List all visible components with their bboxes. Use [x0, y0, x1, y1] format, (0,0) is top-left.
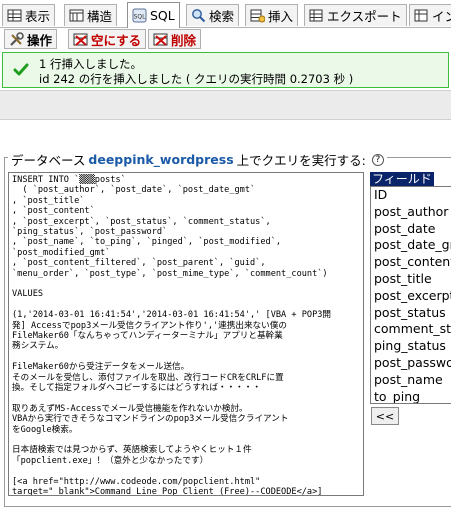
sql-line — [12, 393, 360, 403]
success-message-detail: id 242 の行を挿入しました ( クエリの実行時間 0.2703 秒 ) — [39, 72, 354, 86]
sql-line — [12, 279, 360, 289]
tab-drop[interactable]: 削除 — [148, 29, 202, 49]
fields-label: フィールド — [370, 172, 434, 186]
operations-icon — [9, 31, 24, 47]
table-icon — [7, 8, 22, 23]
sql-line: FileMaker60から受注データをメール送信。 — [12, 362, 190, 373]
search-icon — [191, 8, 206, 23]
sql-line: , `post_excerpt`, `post_status`, `commen… — [12, 216, 271, 227]
tab-bar: 表示 構造 SQL SQL 検索 挿入 エクスポート イン — [0, 0, 451, 28]
tab-browse[interactable]: 表示 — [2, 4, 56, 26]
sql-line: `post_modified_gmt` — [12, 247, 111, 258]
sql-line: `ping_status`, `post_password` — [12, 227, 168, 238]
tab-drop-label: 削除 — [171, 32, 197, 48]
tab-operations[interactable]: 操作 — [4, 29, 58, 49]
tab-insert[interactable]: 挿入 — [245, 4, 299, 26]
field-option[interactable]: post_date_gmt — [371, 237, 451, 254]
subtab-bar: 操作 空にする 削除 — [0, 28, 451, 50]
insert-field-button[interactable]: << — [371, 407, 399, 425]
tab-browse-label: 表示 — [25, 9, 51, 24]
sql-query-legend: データベース deeppink_wordpress 上でクエリを実行する: ? — [8, 150, 387, 169]
legend-prefix: データベース — [11, 153, 86, 168]
tab-sql[interactable]: SQL SQL — [127, 2, 180, 28]
export-icon — [309, 8, 324, 23]
tab-export[interactable]: エクスポート — [304, 4, 407, 26]
field-option[interactable]: comment_status — [371, 321, 451, 338]
field-option[interactable]: post_password — [371, 355, 451, 372]
field-option[interactable]: post_date — [371, 221, 451, 238]
sql-line: , `post_name`, `to_ping`, `pinged`, `pos… — [12, 237, 282, 248]
tab-insert-label: 挿入 — [268, 9, 294, 24]
sql-line: 日本語検索では見つからず、英語検索してようやくヒット１件 — [12, 445, 252, 456]
query-summary-bar — [0, 90, 451, 120]
insert-icon — [250, 8, 266, 23]
field-option[interactable]: post_status — [371, 305, 451, 322]
sql-icon: SQL — [132, 8, 147, 23]
legend-suffix: 上でクエリを実行する: — [236, 153, 366, 168]
field-option[interactable]: post_author — [371, 204, 451, 221]
sql-line: 務システム。 — [12, 341, 64, 352]
tab-operations-label: 操作 — [27, 32, 53, 48]
sql-line: 換。そして指定フォルダへコピーするにはどうすれば・・・・・ — [12, 383, 261, 394]
tab-search[interactable]: 検索 — [186, 4, 240, 26]
sql-line — [12, 300, 360, 310]
tab-export-label: エクスポート — [327, 9, 402, 24]
tab-empty[interactable]: 空にする — [68, 29, 147, 49]
help-icon[interactable]: ? — [371, 153, 384, 166]
field-option[interactable]: post_excerpt — [371, 288, 451, 305]
sql-line: VALUES — [12, 289, 44, 300]
sql-query-textarea[interactable]: INSERT INTO `▒▒▒posts` ( `post_author`, … — [8, 172, 364, 496]
fields-list[interactable]: IDpost_authorpost_datepost_date_gmtpost_… — [370, 186, 451, 404]
sql-line: , `post_content` — [12, 206, 95, 217]
sql-line: そのメールを受信し、添付ファイルを取出、改行コードCRをCRLFに置 — [12, 372, 284, 383]
sql-line — [12, 435, 360, 445]
field-option[interactable]: post_title — [371, 271, 451, 288]
sql-line — [12, 352, 360, 362]
sql-line: 「popclient.exe」！（意外と少なかったです） — [12, 455, 209, 466]
tab-structure-label: 構造 — [87, 9, 113, 24]
sql-line: 発] Accessでpop3メール受信クライアント作り','連携出来ない僕の — [12, 320, 287, 331]
tab-import[interactable]: イン — [409, 4, 451, 26]
checkmark-icon — [13, 62, 29, 78]
svg-text:SQL: SQL — [134, 14, 147, 21]
field-option[interactable]: post_name — [371, 372, 451, 389]
database-name: deeppink_wordpress — [88, 152, 234, 167]
success-message-title: 1 行挿入しました。 — [39, 57, 142, 71]
tab-empty-label: 空にする — [91, 32, 142, 48]
tab-search-label: 検索 — [209, 9, 235, 24]
field-option[interactable]: ping_status — [371, 338, 451, 355]
sql-line: , `post_title` — [12, 195, 85, 206]
sql-line: [<a href="http://www.codeode.com/popclie… — [12, 476, 261, 487]
sql-line: INSERT INTO `▒▒▒posts` — [12, 175, 126, 185]
import-icon — [414, 8, 429, 23]
field-option[interactable]: post_content — [371, 254, 451, 271]
success-message: 1 行挿入しました。 id 242 の行を挿入しました ( クエリの実行時間 0… — [2, 52, 449, 88]
sql-line: (1,'2014-03-01 16:41:54','2014-03-01 16:… — [12, 310, 332, 321]
tab-import-label: イン — [432, 9, 451, 24]
sql-line: ( `post_author`, `post_date`, `post_date… — [12, 185, 256, 196]
sql-line: `menu_order`, `post_type`, `post_mime_ty… — [12, 268, 328, 279]
sql-line — [12, 466, 360, 476]
field-option[interactable]: to_ping — [371, 389, 451, 403]
tab-structure[interactable]: 構造 — [64, 4, 118, 26]
drop-icon — [153, 32, 168, 47]
sql-line: 取りあえずMS-Accessでメール受信機能を作れないか検討。 — [12, 403, 248, 414]
tab-sql-label: SQL — [150, 8, 175, 23]
field-option[interactable]: ID — [371, 187, 451, 204]
sql-line: VBAから実行できそうなコマンドラインのpop3メール受信クライアント — [12, 414, 289, 425]
sql-line: , `post_content_filtered`, `post_parent`… — [12, 258, 266, 269]
structure-icon — [69, 8, 84, 23]
sql-line: target="_blank">Command Line Pop Client … — [12, 487, 323, 496]
empty-icon — [73, 32, 88, 47]
sql-line: FileMaker60「なんちゃってハンディーターミナル」アプリと基幹業 — [12, 331, 283, 342]
sql-line: をGoogle検索。 — [12, 424, 78, 435]
